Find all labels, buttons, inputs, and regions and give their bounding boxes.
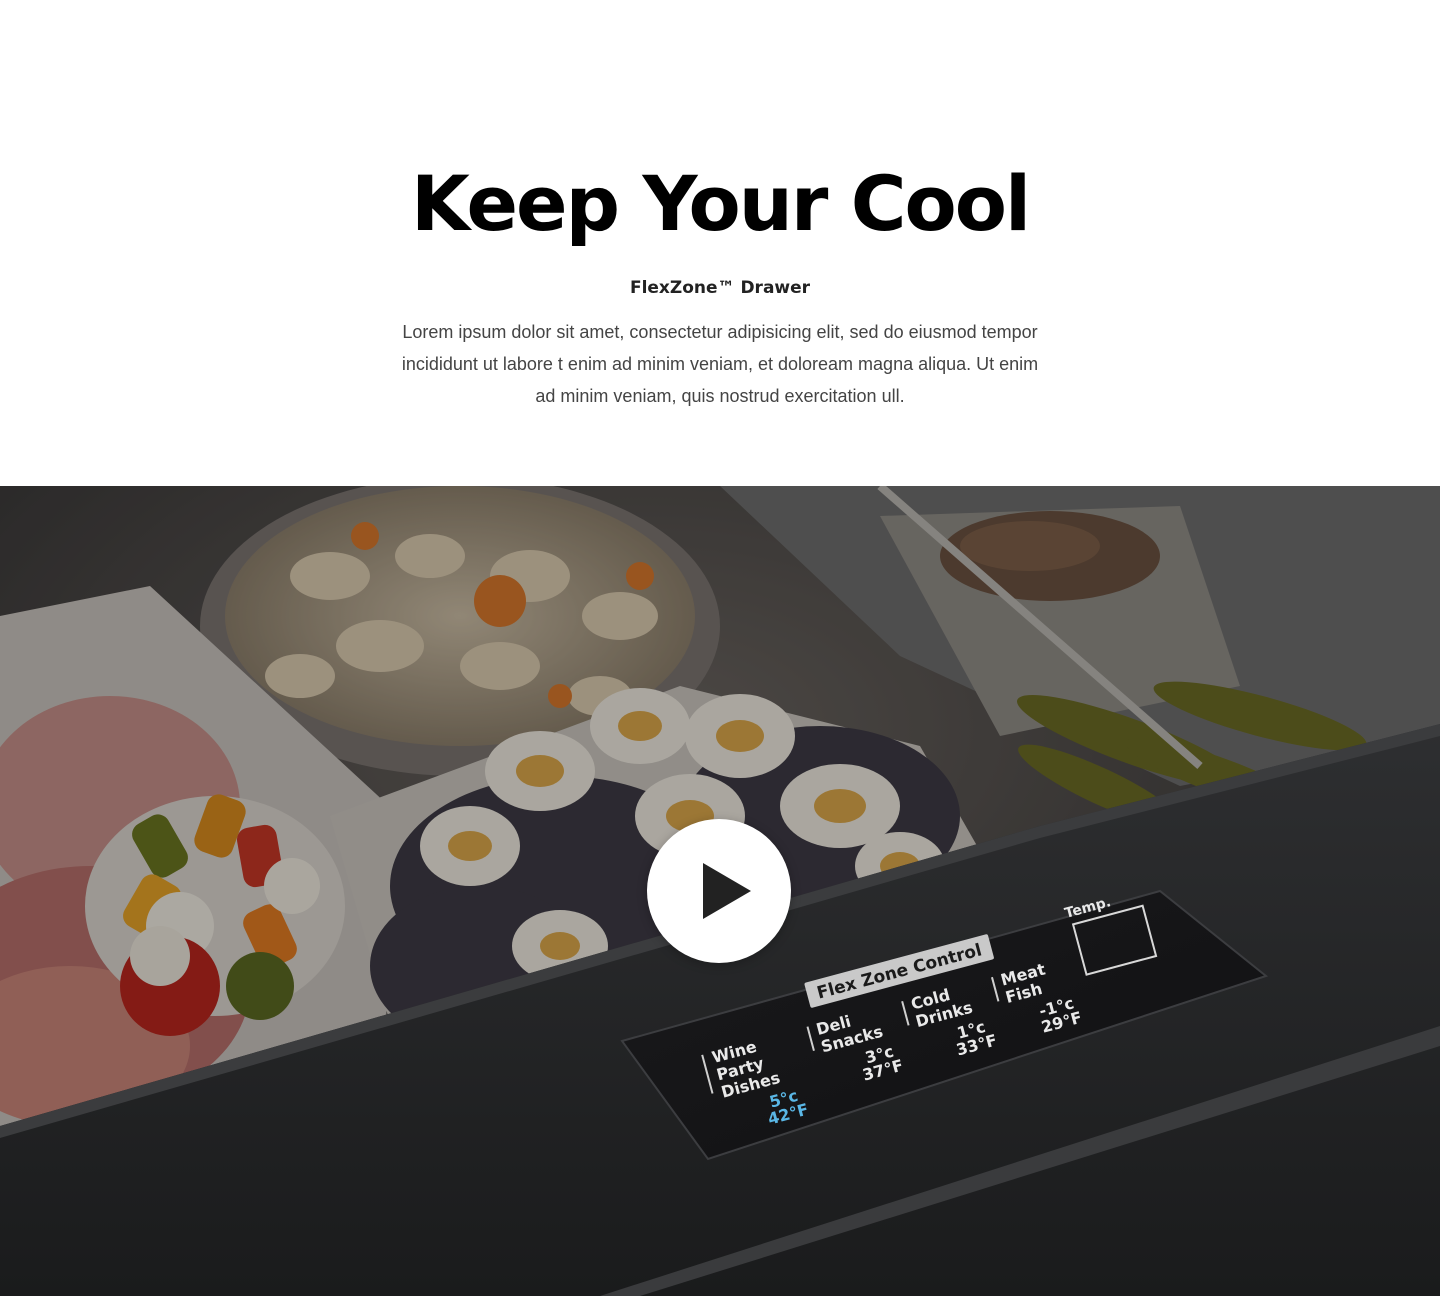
video-section[interactable]: Flex Zone Control Temp. Wine Party Dishe… bbox=[0, 486, 1440, 1296]
feature-subtitle: FlexZone™ Drawer bbox=[629, 278, 811, 298]
intro-section: Keep Your Cool FlexZone™ Drawer Lorem ip… bbox=[0, 0, 1440, 486]
play-icon bbox=[703, 863, 751, 919]
feature-description: Lorem ipsum dolor sit amet, consectetur … bbox=[401, 322, 1039, 406]
play-button[interactable] bbox=[647, 819, 791, 963]
page-title: Keep Your Cool bbox=[410, 159, 1031, 248]
